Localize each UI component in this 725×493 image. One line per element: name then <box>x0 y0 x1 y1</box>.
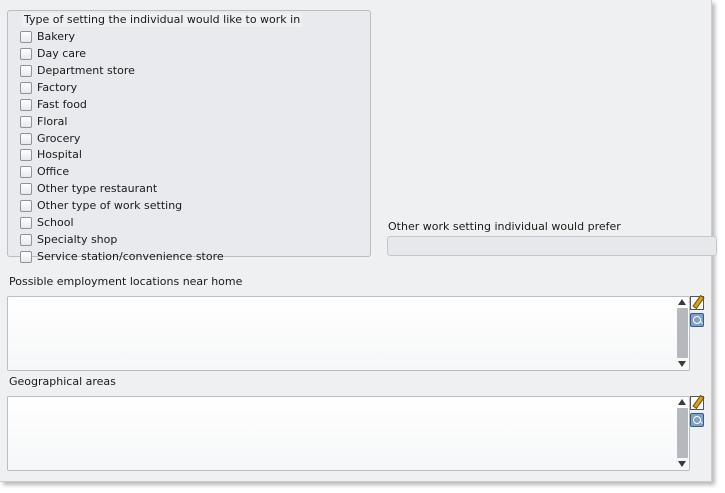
edit-pencil-icon[interactable] <box>690 296 704 310</box>
checkbox-label: Other type restaurant <box>37 182 158 195</box>
checkbox-label: School <box>37 216 74 229</box>
checkbox-row-school[interactable]: School <box>20 214 74 231</box>
scroll-thumb[interactable] <box>677 408 688 458</box>
edit-pencil-icon[interactable] <box>690 396 704 410</box>
checkbox[interactable] <box>20 233 32 246</box>
checkbox[interactable] <box>20 199 32 212</box>
checkbox-row-office[interactable]: Office <box>20 163 69 180</box>
checkbox-label: Hospital <box>37 148 82 161</box>
checkbox-label: Other type of work setting <box>37 199 183 212</box>
checkbox[interactable] <box>20 250 32 263</box>
checkbox[interactable] <box>20 81 32 94</box>
checkbox-label: Specialty shop <box>37 233 118 246</box>
checkbox-row-other-work-setting[interactable]: Other type of work setting <box>20 197 182 214</box>
zoom-icon[interactable] <box>690 413 704 427</box>
scroll-down-arrow-icon[interactable] <box>678 361 686 367</box>
checkbox-label: Department store <box>37 64 135 77</box>
other-setting-input[interactable] <box>387 236 717 256</box>
checkbox-row-factory[interactable]: Factory <box>20 79 77 96</box>
checkbox-label: Bakery <box>37 30 76 43</box>
checkbox[interactable] <box>20 132 32 145</box>
checkbox[interactable] <box>20 47 32 60</box>
locations-scrollbar[interactable] <box>676 297 689 370</box>
checkbox[interactable] <box>20 98 32 111</box>
form-panel: Type of setting the individual would lik… <box>0 0 717 482</box>
other-setting-label: Other work setting individual would pref… <box>388 220 621 233</box>
checkbox[interactable] <box>20 216 32 229</box>
checkbox-label: Factory <box>37 81 78 94</box>
checkbox[interactable] <box>20 30 32 43</box>
checkbox-row-bakery[interactable]: Bakery <box>20 28 75 45</box>
checkbox-row-hospital[interactable]: Hospital <box>20 146 82 163</box>
checkbox-label: Grocery <box>37 132 81 145</box>
checkbox[interactable] <box>20 148 32 161</box>
checkbox-label: Day care <box>37 47 87 60</box>
scroll-down-arrow-icon[interactable] <box>678 461 686 467</box>
checkbox-label: Office <box>37 165 70 178</box>
scroll-thumb[interactable] <box>677 308 688 358</box>
setting-type-group-title: Type of setting the individual would lik… <box>22 13 303 27</box>
scroll-up-arrow-icon[interactable] <box>678 299 686 305</box>
checkbox[interactable] <box>20 182 32 195</box>
checkbox-label: Fast food <box>37 98 87 111</box>
scroll-up-arrow-icon[interactable] <box>678 399 686 405</box>
checkbox-row-day-care[interactable]: Day care <box>20 45 86 62</box>
areas-label: Geographical areas <box>9 375 116 388</box>
checkbox[interactable] <box>20 115 32 128</box>
checkbox-row-grocery[interactable]: Grocery <box>20 130 80 147</box>
areas-textarea[interactable] <box>7 396 690 471</box>
areas-scrollbar[interactable] <box>676 397 689 470</box>
checkbox-row-other-restaurant[interactable]: Other type restaurant <box>20 180 157 197</box>
locations-label: Possible employment locations near home <box>9 275 243 288</box>
checkbox-row-specialty-shop[interactable]: Specialty shop <box>20 231 117 248</box>
checkbox-row-fast-food[interactable]: Fast food <box>20 96 87 113</box>
setting-type-group: Type of setting the individual would lik… <box>7 10 371 263</box>
checkbox[interactable] <box>20 64 32 77</box>
checkbox-row-department-store[interactable]: Department store <box>20 62 135 79</box>
checkbox-label: Floral <box>37 115 68 128</box>
checkbox-label: Service station/convenience store <box>37 250 224 263</box>
zoom-icon[interactable] <box>690 313 704 327</box>
checkbox-row-service-station[interactable]: Service station/convenience store <box>20 248 224 265</box>
checkbox-row-floral[interactable]: Floral <box>20 113 67 130</box>
locations-textarea[interactable] <box>7 296 690 371</box>
checkbox[interactable] <box>20 165 32 178</box>
